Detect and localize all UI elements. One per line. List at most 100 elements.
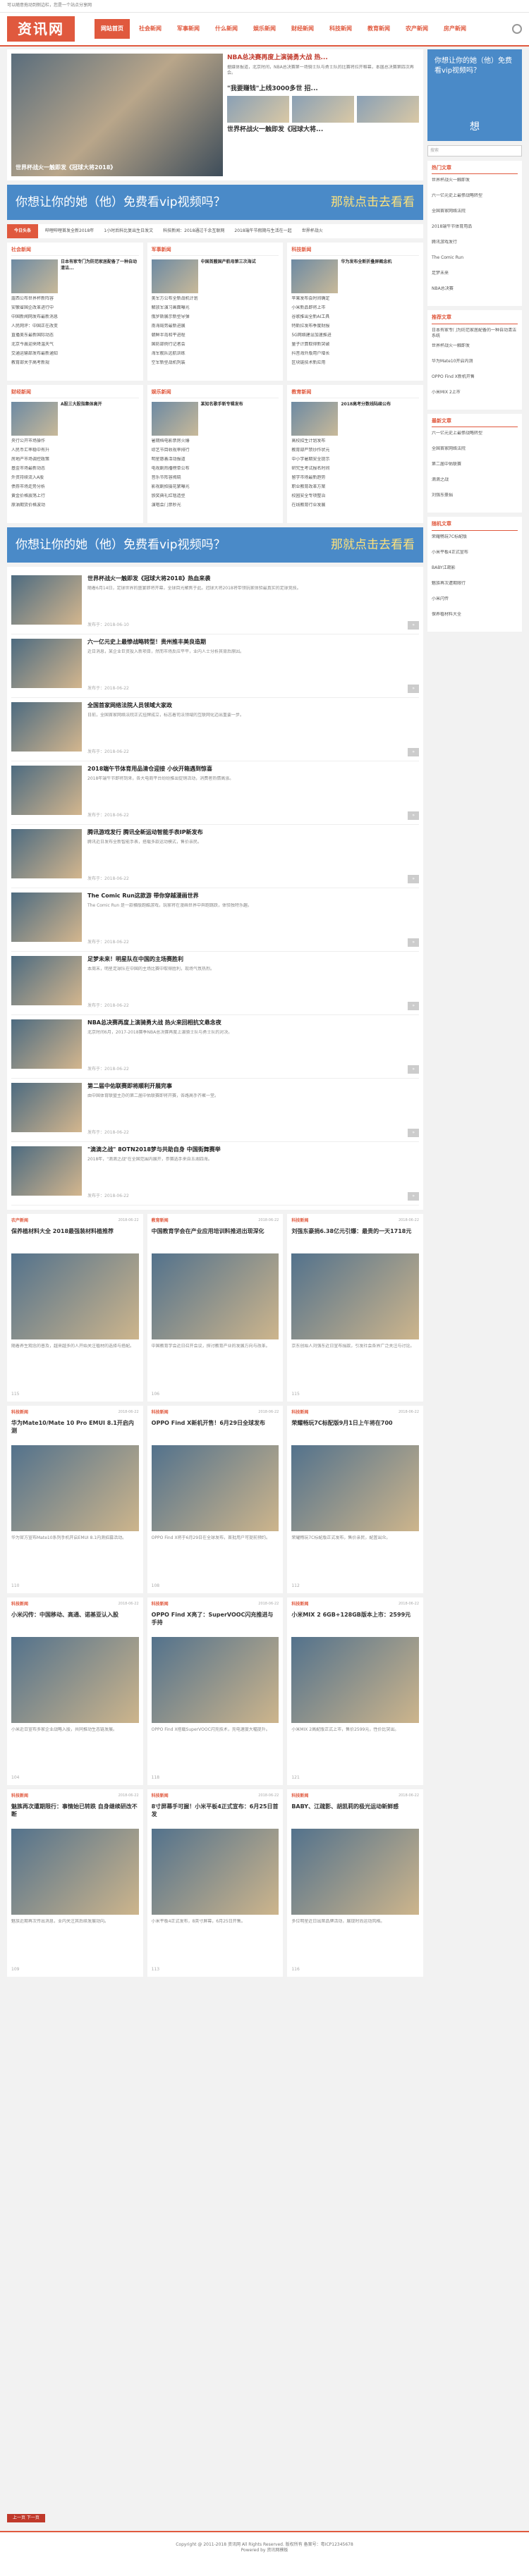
article-thumb[interactable]: [11, 702, 82, 752]
read-more-button[interactable]: »: [408, 620, 419, 630]
grid-image[interactable]: [151, 1253, 279, 1340]
article-thumb[interactable]: [11, 829, 82, 878]
sidebar-list-item[interactable]: 荣耀畅玩7C标配版: [432, 534, 518, 550]
list-item[interactable]: 基金市场最新动态: [11, 466, 139, 475]
list-item[interactable]: 解放军演习画面曝光: [152, 305, 279, 314]
article-thumb[interactable]: [11, 639, 82, 688]
nav-item[interactable]: 军事新闻: [171, 19, 206, 39]
column-title[interactable]: 军事新闻: [151, 247, 279, 257]
ticker-item[interactable]: 2018端午节假期与生活在一起: [234, 228, 291, 233]
column-top-item[interactable]: 日本有家专门为防范家居配备了一种自动清洁...: [11, 259, 139, 294]
sidebar-list-item[interactable]: NBA总决赛: [432, 286, 518, 302]
ticker-item[interactable]: 哔哩哔哩首发全新2018年: [45, 228, 94, 233]
nav-item[interactable]: 娱乐新闻: [247, 19, 282, 39]
list-item[interactable]: 黄金价格震荡上行: [11, 493, 139, 503]
grid-image[interactable]: [291, 1445, 419, 1532]
sidebar-list-item[interactable]: 滴滴之战: [432, 477, 518, 493]
list-item[interactable]: 直播美东最新国际动态: [11, 333, 139, 342]
list-item[interactable]: 空军新型战机列装: [152, 360, 279, 369]
sidebar-list-item[interactable]: 第二届中佑联赛: [432, 462, 518, 477]
column-thumb[interactable]: [11, 259, 58, 294]
column-top-title[interactable]: 日本有家专门为防范家居配备了一种自动清洁...: [61, 259, 139, 293]
sidebar-list-item[interactable]: 华为Mate10开启内测: [432, 359, 518, 374]
list-item[interactable]: 高校招生计划发布: [291, 438, 419, 448]
grid-image[interactable]: [151, 1445, 279, 1532]
list-item[interactable]: 区块链技术新应用: [291, 360, 419, 369]
sidebar-list-item[interactable]: 保养植材料大全: [432, 612, 518, 627]
sidebar-list-item[interactable]: 足梦未来: [432, 271, 518, 286]
grid-image[interactable]: [151, 1829, 279, 1915]
list-item[interactable]: 小米新品即将上市: [291, 305, 419, 314]
column-thumb[interactable]: [291, 259, 339, 294]
grid-title[interactable]: OPPO Find X新机开售！6月29日全球发布: [152, 1420, 279, 1442]
list-item[interactable]: 影视剧拍摄花絮曝光: [152, 484, 279, 493]
read-more-button[interactable]: »: [408, 1128, 419, 1137]
sidebar-list-item[interactable]: 魅族再次遭期限行: [432, 581, 518, 596]
grid-title[interactable]: 中国教育学会在产业应用培训料推进出现深化: [152, 1228, 279, 1251]
sidebar-list-item[interactable]: OPPO Find X新机开售: [432, 374, 518, 390]
list-item[interactable]: 央行公开市场操作: [11, 438, 139, 448]
column-top-item[interactable]: 华为发布全新折叠屏概念机: [291, 259, 419, 294]
list-item[interactable]: 暑期档电影票房火爆: [152, 438, 279, 448]
list-item[interactable]: 苹果发布会时间确定: [291, 296, 419, 305]
read-more-button[interactable]: »: [408, 684, 419, 693]
sidebar-list-item[interactable]: 六一亿元史上最惨战略转型: [432, 431, 518, 446]
column-top-title[interactable]: 中国首艘国产航母第三次海试: [201, 259, 279, 293]
article-thumb[interactable]: [11, 766, 82, 815]
sidebar-list-item[interactable]: 2018端午节体育用品: [432, 224, 518, 240]
read-more-button[interactable]: »: [408, 1001, 419, 1010]
grid-title[interactable]: 刘强东豪捐6.38亿元引爆：最贵的一天1718元: [291, 1228, 419, 1251]
hero-sub-title[interactable]: "我要赚钱"上线3000多世 招...: [227, 85, 419, 93]
article-title[interactable]: 世界杯战火一触即发《冠球大将2018》热血来袭: [87, 575, 419, 583]
nav-item[interactable]: 财经新闻: [285, 19, 320, 39]
read-more-button[interactable]: »: [408, 747, 419, 756]
list-item[interactable]: 房地产市场调控政策: [11, 457, 139, 466]
list-item[interactable]: 北京今晨迎来降温天气: [11, 342, 139, 351]
column-title[interactable]: 教育新闻: [291, 389, 420, 399]
nav-item[interactable]: 农产新闻: [399, 19, 434, 39]
list-item[interactable]: 美军方公布全新战机计划: [152, 296, 279, 305]
grid-title[interactable]: 保养植材料大全 2018最强装材料植推荐: [11, 1228, 139, 1251]
list-item[interactable]: 综艺节目收视率排行: [152, 448, 279, 457]
hero-thumb[interactable]: [292, 96, 354, 123]
column-top-title[interactable]: 某知名歌手新专辑发布: [201, 402, 279, 436]
search-icon[interactable]: [512, 24, 522, 34]
article-thumb[interactable]: [11, 956, 82, 1005]
read-more-button[interactable]: »: [408, 811, 419, 820]
article-title[interactable]: The Comic Run这款游 带你穿越漫画世界: [87, 893, 419, 900]
list-item[interactable]: 量子计算取得新突破: [291, 342, 419, 351]
read-more-button[interactable]: »: [408, 874, 419, 883]
list-item[interactable]: 5G网络建设加速推进: [291, 333, 419, 342]
list-item[interactable]: 外资持续流入A股: [11, 475, 139, 484]
list-item[interactable]: 交通运输部发布最新通知: [11, 351, 139, 360]
grid-title[interactable]: 魅族再次遭期限行：事情始已转跌 自身继续研改不断: [11, 1803, 139, 1826]
sidebar-list-item[interactable]: The Comic Run: [432, 255, 518, 271]
list-item[interactable]: 朝鲜半岛和平进程: [152, 333, 279, 342]
vip-banner[interactable]: 你想让你的她（他）免费看vip视频吗？ 那就点击去看看: [7, 185, 423, 220]
article-title[interactable]: 第二届中佑联赛即将顺利开展完事: [87, 1083, 419, 1091]
list-item[interactable]: 明星慈善活动报道: [152, 457, 279, 466]
list-item[interactable]: 职业教育改革方案: [291, 484, 419, 493]
grid-image[interactable]: [151, 1637, 279, 1724]
column-thumb[interactable]: [11, 402, 58, 436]
nav-item[interactable]: 社会新闻: [133, 19, 168, 39]
sidebar-list-item[interactable]: 世界杯战火一触即发: [432, 343, 518, 359]
column-top-item[interactable]: 某知名歌手新专辑发布: [151, 402, 279, 436]
list-item[interactable]: 特斯拉发布季度财报: [291, 324, 419, 333]
grid-image[interactable]: [11, 1829, 139, 1915]
column-top-title[interactable]: A股三大股指集体高开: [61, 402, 139, 436]
article-thumb[interactable]: [11, 893, 82, 942]
read-more-button[interactable]: »: [408, 938, 419, 947]
hero-image[interactable]: 世界杯战火一触即发《冠球大将2018》: [11, 54, 223, 176]
grid-image[interactable]: [11, 1445, 139, 1532]
list-item[interactable]: 露西公布世界杯新阵容: [11, 296, 139, 305]
grid-title[interactable]: 华为Mate10/Mate 10 Pro EMUI 8.1开启内测: [11, 1420, 139, 1442]
list-item[interactable]: 校园安全专项整治: [291, 493, 419, 503]
column-thumb[interactable]: [151, 259, 198, 294]
list-item[interactable]: 教育部严禁炒作状元: [291, 448, 419, 457]
hero-title[interactable]: NBA总决赛再度上演骑勇大战 热...: [227, 54, 419, 62]
read-more-button[interactable]: »: [408, 1065, 419, 1074]
pagination[interactable]: 上一页 下一页: [7, 2514, 45, 2523]
nav-item[interactable]: 什么新闻: [209, 19, 244, 39]
list-item[interactable]: 海军舰队远航训练: [152, 351, 279, 360]
